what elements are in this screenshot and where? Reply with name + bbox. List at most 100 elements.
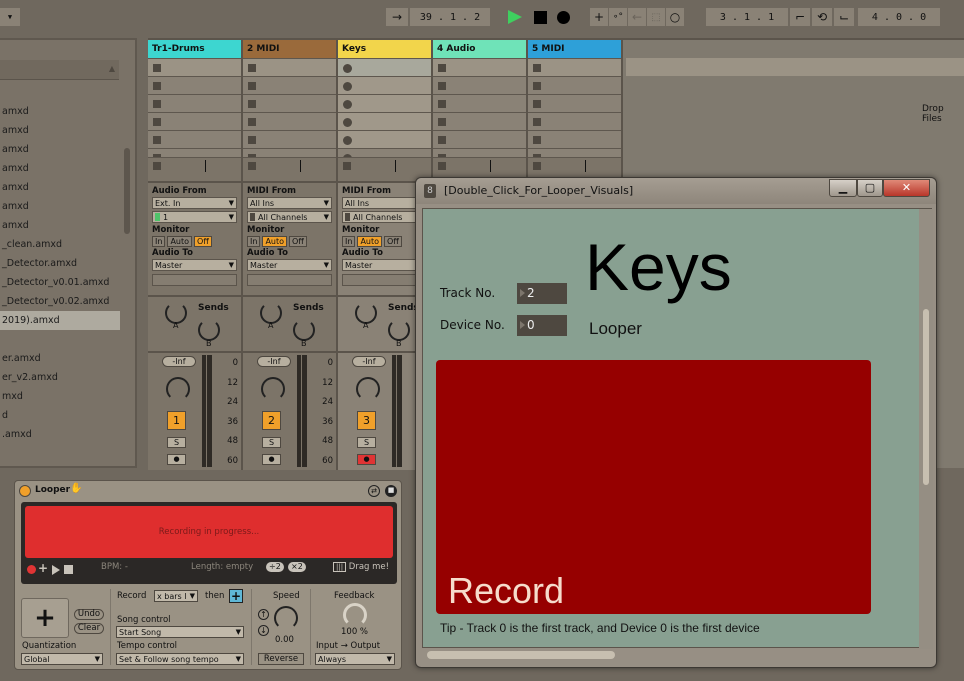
track-title[interactable]: Tr1-Drums: [148, 40, 241, 58]
halve-button[interactable]: ÷2: [266, 562, 284, 572]
loop-icon[interactable]: ⟲: [812, 8, 832, 26]
clip-slot[interactable]: [528, 112, 621, 130]
monitor-off-button[interactable]: Off: [289, 236, 307, 247]
stop-clip-icon[interactable]: [438, 162, 446, 170]
send-b-knob[interactable]: [293, 319, 315, 341]
capture-icon[interactable]: ⬚: [647, 8, 665, 26]
clip-slot[interactable]: [338, 112, 431, 130]
output-channel-field[interactable]: [152, 274, 237, 286]
clip-slot[interactable]: [433, 76, 526, 94]
arm-button[interactable]: ●: [167, 454, 186, 465]
output-select[interactable]: Master: [247, 259, 332, 271]
clip-slot[interactable]: [528, 148, 621, 157]
clip-slot[interactable]: [433, 58, 526, 76]
back-arrow-icon[interactable]: ←: [628, 8, 646, 26]
quantization-select[interactable]: Global: [21, 653, 103, 665]
clip-slot[interactable]: [338, 94, 431, 112]
send-b-knob[interactable]: [198, 319, 220, 341]
close-button[interactable]: ✕: [883, 179, 930, 197]
automation-icon[interactable]: ∘°: [609, 8, 627, 26]
browser-item[interactable]: mxd: [0, 387, 120, 406]
browser-item[interactable]: d: [0, 406, 120, 425]
browser-item[interactable]: amxd: [0, 102, 120, 121]
speed-up-icon[interactable]: ↑: [258, 609, 269, 620]
monitor-in-button[interactable]: In: [152, 236, 166, 247]
record-button[interactable]: Record: [436, 360, 871, 614]
maximize-button[interactable]: ▢: [857, 179, 883, 197]
volume-readout[interactable]: -Inf: [162, 356, 196, 367]
clip-slot[interactable]: [338, 58, 431, 76]
track-no-field[interactable]: 2: [517, 283, 567, 304]
circle-icon[interactable]: ○: [666, 8, 684, 26]
browser-item[interactable]: amxd: [0, 178, 120, 197]
browser-scrollbar[interactable]: [124, 148, 130, 234]
loop-start[interactable]: 3 . 1 . 1: [706, 8, 788, 26]
browser-item[interactable]: _Detector_v0.01.amxd: [0, 273, 120, 292]
minimize-button[interactable]: ▁: [829, 179, 857, 197]
tempo-control-select[interactable]: Set & Follow song tempo: [116, 653, 244, 665]
clip-slot[interactable]: [433, 94, 526, 112]
plus-icon[interactable]: +: [590, 8, 608, 26]
save-preset-icon[interactable]: ■: [385, 485, 397, 497]
track-title[interactable]: 5 MIDI: [528, 40, 621, 58]
track-title[interactable]: 2 MIDI: [243, 40, 336, 58]
arm-button[interactable]: ●: [357, 454, 376, 465]
browser-item[interactable]: 2019).amxd: [0, 311, 120, 330]
stop-clip-icon[interactable]: [248, 162, 256, 170]
input-type-select[interactable]: All Ins: [247, 197, 332, 209]
clip-slot[interactable]: [148, 148, 241, 157]
clip-slot[interactable]: [243, 58, 336, 76]
clip-slot[interactable]: [148, 130, 241, 148]
browser-item[interactable]: _Detector.amxd: [0, 254, 120, 273]
clear-button[interactable]: Clear: [74, 623, 104, 634]
clip-slot[interactable]: [338, 130, 431, 148]
clip-slot[interactable]: [528, 76, 621, 94]
record-icon[interactable]: [27, 565, 36, 574]
stop-clip-icon[interactable]: [533, 162, 541, 170]
play-icon[interactable]: [52, 565, 60, 575]
output-select[interactable]: Master: [152, 259, 237, 271]
clip-slot[interactable]: [338, 148, 431, 157]
main-plus-button[interactable]: +: [21, 598, 69, 638]
undo-button[interactable]: Undo: [74, 609, 104, 620]
monitor-auto-button[interactable]: Auto: [167, 236, 193, 247]
browser-item[interactable]: _Detector_v0.02.amxd: [0, 292, 120, 311]
speed-down-icon[interactable]: ↓: [258, 625, 269, 636]
browser-item[interactable]: [0, 330, 120, 349]
monitor-in-button[interactable]: In: [247, 236, 261, 247]
clip-slot[interactable]: [528, 130, 621, 148]
stop-clip-icon[interactable]: [343, 162, 351, 170]
track-title[interactable]: 4 Audio: [433, 40, 526, 58]
monitor-in-button[interactable]: In: [342, 236, 356, 247]
recording-status[interactable]: Recording in progress...: [25, 506, 393, 558]
browser-item[interactable]: er_v2.amxd: [0, 368, 120, 387]
clip-slot[interactable]: [338, 76, 431, 94]
volume-readout[interactable]: -Inf: [257, 356, 291, 367]
speed-knob[interactable]: [274, 606, 298, 630]
feedback-knob[interactable]: [343, 603, 367, 627]
song-control-select[interactable]: Start Song: [116, 626, 244, 638]
vertical-scrollbar[interactable]: [919, 209, 933, 649]
sort-up-icon[interactable]: ▲: [109, 64, 115, 73]
device-power-icon[interactable]: [19, 485, 31, 497]
stop-icon[interactable]: [64, 565, 73, 574]
track-activator-button[interactable]: 2: [262, 411, 281, 430]
volume-meter[interactable]: [392, 355, 402, 467]
record-icon[interactable]: [557, 11, 570, 24]
solo-button[interactable]: S: [357, 437, 376, 448]
browser-item[interactable]: amxd: [0, 121, 120, 140]
stop-icon[interactable]: [534, 11, 547, 24]
clip-slot[interactable]: [243, 148, 336, 157]
output-channel-field[interactable]: [247, 274, 332, 286]
volume-meter[interactable]: [297, 355, 307, 467]
follow-arrow-icon[interactable]: →: [386, 8, 408, 26]
drag-audio-button[interactable]: ||| Drag me!: [333, 562, 389, 572]
browser-item[interactable]: amxd: [0, 216, 120, 235]
pan-knob[interactable]: [356, 377, 380, 401]
vertical-scroll-thumb[interactable]: [923, 309, 929, 485]
pan-knob[interactable]: [166, 377, 190, 401]
browser-item[interactable]: amxd: [0, 197, 120, 216]
record-mode-select[interactable]: x bars l: [154, 590, 198, 602]
browser-item[interactable]: er.amxd: [0, 349, 120, 368]
input-output-select[interactable]: Always: [315, 653, 395, 665]
